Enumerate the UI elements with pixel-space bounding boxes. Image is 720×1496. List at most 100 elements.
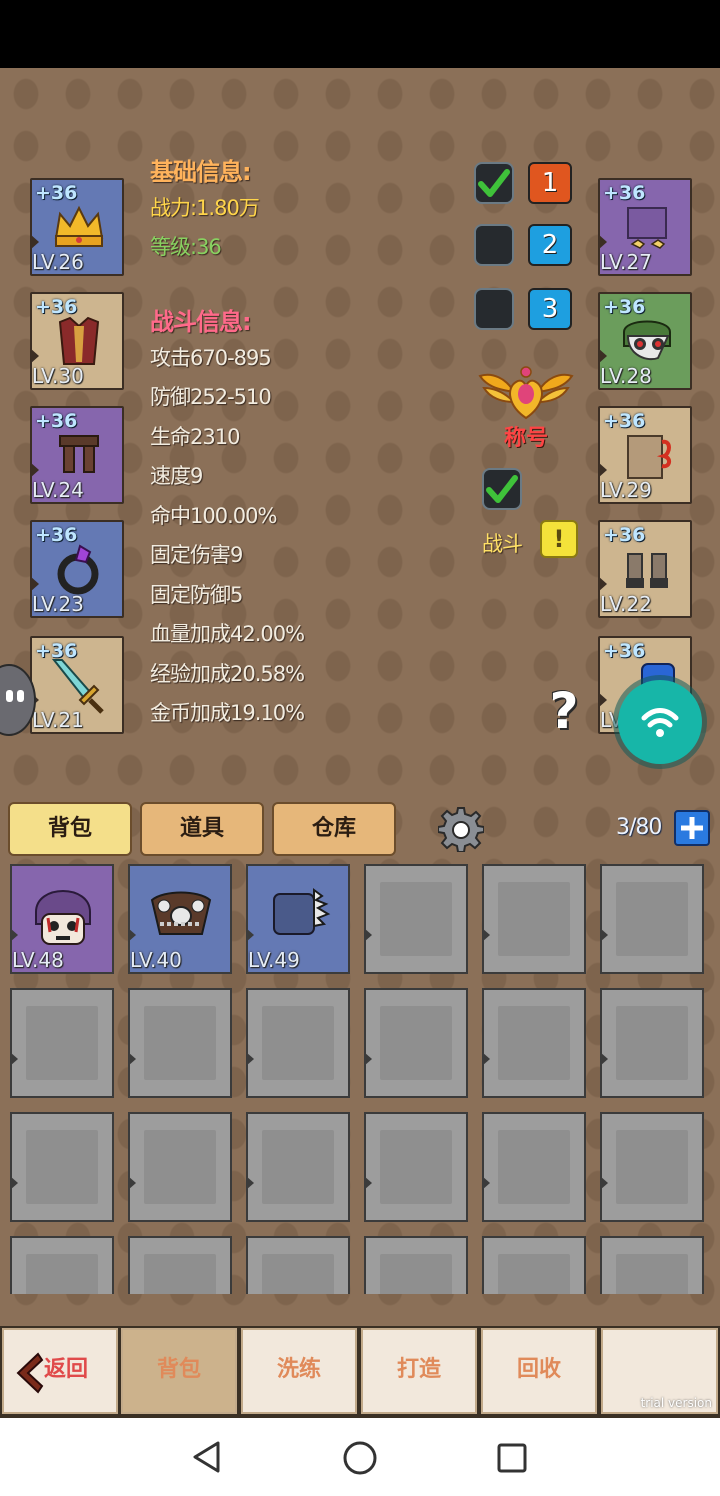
inventory-slot-empty[interactable] [128,1112,232,1222]
inventory-slot-empty[interactable] [482,988,586,1098]
inventory-slot-item[interactable]: LV.49 [246,864,350,974]
ring-icon [57,544,99,595]
spiked-armor-icon [273,888,331,935]
winged-heart-icon [478,366,574,420]
watermark: trial version [640,1396,712,1410]
nav-home-icon[interactable] [342,1440,378,1476]
skull-mask-icon [35,890,91,945]
gear-icon [437,807,485,853]
stat-attack: 攻击670-895 [150,346,272,370]
preset-2-button[interactable]: 2 [528,224,572,266]
cloak-icon [627,435,671,479]
power-value: 战力:1.80万 [150,196,260,220]
equip-slot-weapon[interactable]: +36 LV.21 [30,636,124,734]
crown-icon [54,205,104,247]
nav-back-icon[interactable] [190,1440,224,1474]
inventory-slot-empty[interactable] [246,1236,350,1294]
mask-icon [623,320,671,361]
stat-exp-bonus: 经验加成20.58% [150,662,305,686]
status-bar [0,0,720,68]
preset-3-button[interactable]: 3 [528,288,572,330]
question-icon: ? [549,682,579,740]
equip-slot-mask[interactable]: +36 LV.28 [598,292,692,390]
battle-alert-button[interactable]: ! [540,520,578,558]
expand-capacity-button[interactable] [674,810,710,846]
inventory-slot-empty[interactable] [128,1236,232,1294]
stat-hp-bonus: 血量加成42.00% [150,622,305,646]
pants-icon [59,435,99,473]
menu-recycle[interactable]: 回收 [481,1328,597,1414]
inventory-slot-empty[interactable] [600,988,704,1098]
inventory-slot-empty[interactable] [600,1236,704,1294]
inventory-slot-empty[interactable] [364,1112,468,1222]
title-badge-label: 称号 [503,426,548,451]
menu-refine[interactable]: 洗练 [241,1328,357,1414]
inventory-slot-empty[interactable] [482,864,586,974]
tab-items[interactable]: 道具 [140,802,264,856]
back-button[interactable]: 返回 [2,1328,118,1414]
tab-backpack[interactable]: 背包 [8,802,132,856]
menu-forge[interactable]: 打造 [361,1328,477,1414]
battle-info-title: 战斗信息: [150,308,252,336]
preset-3-checkbox[interactable] [474,288,514,330]
preset-2-checkbox[interactable] [474,224,514,266]
stat-accuracy: 命中100.00% [150,504,277,528]
inventory-slot-item[interactable]: LV.48 [10,864,114,974]
inventory-slot-empty[interactable] [600,864,704,974]
inventory-slot-empty[interactable] [246,1112,350,1222]
capacity-counter: 3/80 [616,815,662,840]
equip-slot-boots[interactable]: +36 LV.22 [598,520,692,618]
back-arrow-icon [16,1352,44,1394]
settings-gear-button[interactable] [437,806,485,853]
menu-empty[interactable]: trial version [601,1328,718,1414]
equip-slot-ring[interactable]: +36 LV.23 [30,520,124,618]
inventory-slot-item[interactable]: LV.40 [128,864,232,974]
equip-slot-gloves[interactable]: +36 LV.27 [598,178,692,276]
inventory-slot-empty[interactable] [10,1236,114,1294]
system-nav-bar [0,1418,720,1496]
battle-checkbox[interactable] [482,468,522,510]
equip-slot-armor[interactable]: +36 LV.30 [30,292,124,390]
stat-speed: 速度9 [150,464,203,488]
nav-recents-icon[interactable] [496,1442,528,1474]
basic-info-title: 基础信息: [150,158,252,186]
network-float-button[interactable] [618,680,702,764]
equip-slot-helmet[interactable]: +36 LV.26 [30,178,124,276]
stat-hp: 生命2310 [150,425,240,449]
inventory-slot-empty[interactable] [482,1236,586,1294]
inventory-slot-empty[interactable] [246,988,350,1098]
stat-defense: 防御252-510 [150,385,272,409]
preset-1-button[interactable]: 1 [528,162,572,204]
inventory-slot-empty[interactable] [482,1112,586,1222]
inventory-row-partial [0,1236,720,1294]
level-value: 等级:36 [150,235,222,259]
title-badge-button[interactable]: 称号 [472,362,580,452]
battle-label: 战斗 [482,532,523,556]
stat-fixed-defense: 固定防御5 [150,583,243,607]
stat-gold-bonus: 金币加成19.10% [150,701,305,725]
preset-1-checkbox[interactable] [474,162,514,204]
inventory-slot-empty[interactable] [128,988,232,1098]
equip-slot-cloak[interactable]: +36 LV.29 [598,406,692,504]
exclamation-icon: ! [553,525,565,553]
checkmark-icon [478,169,510,197]
inventory-slot-empty[interactable] [10,988,114,1098]
inventory-slot-empty[interactable] [364,864,468,974]
menu-backpack[interactable]: 背包 [121,1328,237,1414]
bone-necklace-icon [150,891,212,935]
inventory-slot-empty[interactable] [600,1112,704,1222]
checkmark-icon [486,475,518,503]
boots-icon [626,553,668,588]
sword-icon [51,659,104,714]
tab-warehouse[interactable]: 仓库 [272,802,396,856]
inventory-slot-empty[interactable] [364,1236,468,1294]
help-button[interactable]: ? [544,684,584,738]
armor-icon [58,316,100,365]
inventory-slot-empty[interactable] [10,1112,114,1222]
wifi-icon [641,708,679,737]
gloves-icon [627,207,667,249]
inventory-slot-empty[interactable] [364,988,468,1098]
plus-icon [681,817,703,839]
equip-slot-pants[interactable]: +36 LV.24 [30,406,124,504]
stat-fixed-damage: 固定伤害9 [150,543,243,567]
